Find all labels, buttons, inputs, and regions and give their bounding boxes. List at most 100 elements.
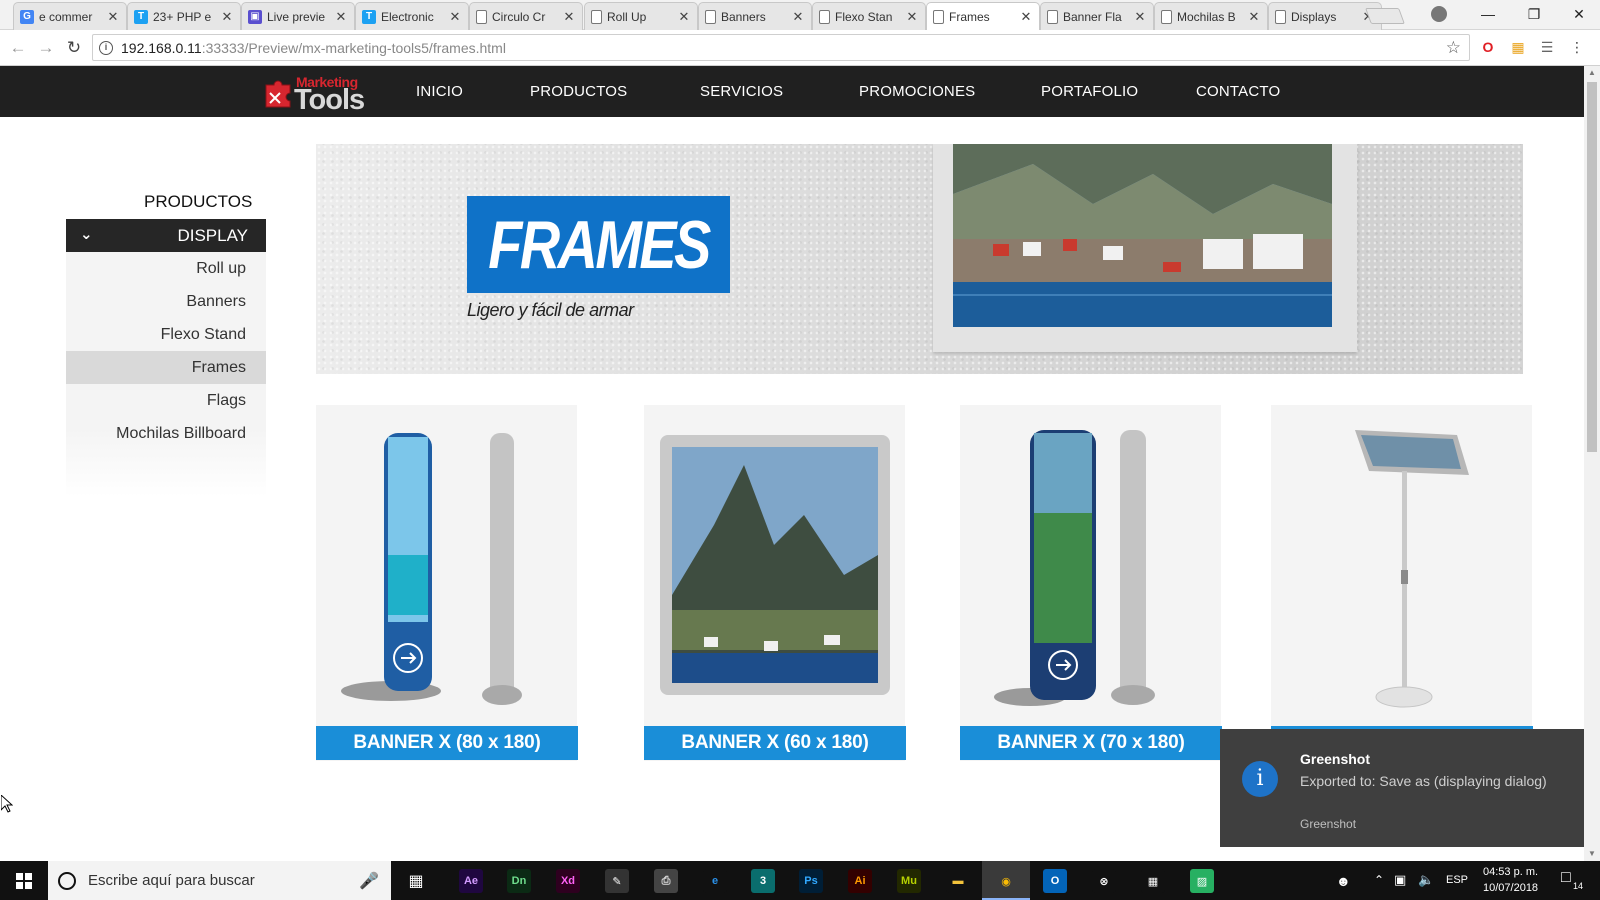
browser-tab[interactable]: Roll Up ✕ xyxy=(584,2,698,30)
windows-start-button[interactable] xyxy=(0,861,48,900)
browser-tab[interactable]: Flexo Stan ✕ xyxy=(812,2,926,30)
ae-icon[interactable]: Ae xyxy=(459,869,483,893)
browser-tab[interactable]: Mochilas B ✕ xyxy=(1154,2,1268,30)
nav-promociones[interactable]: PROMOCIONES xyxy=(859,83,975,100)
scroll-up-arrow-icon[interactable]: ▲ xyxy=(1584,66,1600,80)
store-icon[interactable]: ▦ xyxy=(1141,869,1165,893)
sidebar-category-display[interactable]: ⌄ DISPLAY xyxy=(66,219,266,252)
xd-icon[interactable]: Xd xyxy=(556,869,580,893)
input-language[interactable]: ESP xyxy=(1446,874,1468,886)
info-icon: i xyxy=(1242,761,1278,797)
people-icon[interactable]: ☻ xyxy=(1336,873,1351,889)
forward-button[interactable]: → xyxy=(36,38,56,58)
3dsmax-icon[interactable]: 3 xyxy=(751,869,775,893)
chrome-icon[interactable]: ◉ xyxy=(994,869,1018,893)
close-tab-icon[interactable]: ✕ xyxy=(905,9,919,25)
url-host: 192.168.0.11 xyxy=(121,39,202,56)
close-tab-icon[interactable]: ✕ xyxy=(448,9,462,25)
tray-chevron-up-icon[interactable]: ⌃ xyxy=(1374,873,1384,887)
taskbar-search[interactable]: Escribe aquí para buscar 🎤 xyxy=(48,861,391,900)
sourcetree-icon[interactable]: ▨ xyxy=(1190,869,1214,893)
nav-portafolio[interactable]: PORTAFOLIO xyxy=(1041,83,1138,100)
product-label[interactable]: BANNER X (60 x 180) xyxy=(644,726,906,760)
product-label[interactable]: BANNER X (80 x 180) xyxy=(316,726,578,760)
action-center-icon[interactable]: □ xyxy=(1561,869,1571,887)
close-window-button[interactable]: ✕ xyxy=(1556,0,1600,28)
clock-time[interactable]: 04:53 p. m. xyxy=(1483,866,1538,878)
ps-icon[interactable]: Ps xyxy=(799,869,823,893)
chrome-menu-icon[interactable]: ⋮ xyxy=(1568,38,1586,56)
sidebar-item-mochilas-billboard[interactable]: Mochilas Billboard xyxy=(66,417,266,450)
sidebar-item-frames[interactable]: Frames xyxy=(66,351,266,384)
bookmark-star-icon[interactable]: ☆ xyxy=(1446,38,1461,58)
product-card[interactable]: BANNER X (70 x 180) xyxy=(960,405,1222,761)
nav-productos[interactable]: PRODUCTOS xyxy=(530,83,627,100)
printer-icon[interactable]: ⎙ xyxy=(654,869,678,893)
product-label[interactable]: BANNER X (70 x 180) xyxy=(960,726,1222,760)
greenshot-notification[interactable]: i Greenshot Exported to: Save as (displa… xyxy=(1220,729,1584,847)
browser-tab[interactable]: Frames ✕ xyxy=(926,2,1040,31)
task-view-icon[interactable]: ▦ xyxy=(404,869,428,893)
clock-date[interactable]: 10/07/2018 xyxy=(1483,882,1538,894)
product-card[interactable]: BANNER X (80 x 180) xyxy=(316,405,578,761)
microphone-icon[interactable]: 🎤 xyxy=(359,871,379,891)
info-icon[interactable]: i xyxy=(99,40,113,55)
extension-icon[interactable]: ▦ xyxy=(1509,38,1527,56)
close-tab-icon[interactable]: ✕ xyxy=(1019,9,1033,25)
restore-button[interactable]: ❐ xyxy=(1511,0,1557,28)
browser-tab[interactable]: ▣ Live previe ✕ xyxy=(241,2,355,30)
nav-contacto[interactable]: CONTACTO xyxy=(1196,83,1280,100)
sidebar-item-flexo-stand[interactable]: Flexo Stand xyxy=(66,318,266,351)
scroll-down-arrow-icon[interactable]: ▼ xyxy=(1584,847,1600,861)
minimize-button[interactable]: — xyxy=(1465,0,1511,28)
browser-tab[interactable]: Banner Fla ✕ xyxy=(1040,2,1154,30)
cortana-icon xyxy=(58,871,76,890)
sidebar-item-flags[interactable]: Flags xyxy=(66,384,266,417)
address-bar[interactable]: i 192.168.0.11:33333/Preview/mx-marketin… xyxy=(92,34,1470,61)
close-tab-icon[interactable]: ✕ xyxy=(677,9,691,25)
close-tab-icon[interactable]: ✕ xyxy=(1247,9,1261,25)
site-logo[interactable]: Marketing Tools xyxy=(262,72,365,116)
browser-tab[interactable]: T Electronic ✕ xyxy=(355,2,469,30)
dn-icon[interactable]: Dn xyxy=(507,869,531,893)
close-tab-icon[interactable]: ✕ xyxy=(791,9,805,25)
folder-icon[interactable]: ▬ xyxy=(946,869,970,893)
inkscape-icon[interactable]: ✎ xyxy=(605,869,629,893)
edge-icon[interactable]: e xyxy=(703,869,727,893)
toast-app-name: Greenshot xyxy=(1300,817,1357,831)
opera-extension-icon[interactable]: O xyxy=(1479,38,1497,56)
outlook-icon[interactable]: O xyxy=(1043,869,1067,893)
close-tab-icon[interactable]: ✕ xyxy=(1133,9,1147,25)
ai-icon[interactable]: Ai xyxy=(848,869,872,893)
hero-frame-image xyxy=(933,144,1357,352)
reload-button[interactable]: ↻ xyxy=(64,38,84,58)
browser-tab[interactable]: T 23+ PHP e ✕ xyxy=(127,2,241,30)
product-card[interactable]: BANNER X (60 x 180) xyxy=(644,405,906,761)
close-tab-icon[interactable]: ✕ xyxy=(334,9,348,25)
back-button[interactable]: ← xyxy=(8,38,28,58)
profile-icon[interactable] xyxy=(1431,6,1447,22)
network-icon[interactable]: ▣ xyxy=(1394,872,1406,888)
browser-tab[interactable]: Displays✕ xyxy=(1268,2,1382,30)
close-tab-icon[interactable]: ✕ xyxy=(106,9,120,25)
xbox-icon[interactable]: ⊗ xyxy=(1092,869,1116,893)
extension-stack-icon[interactable]: ☰ xyxy=(1538,38,1556,56)
mu-icon[interactable]: Mu xyxy=(897,869,921,893)
browser-tabstrip: Ge commer ✕ T 23+ PHP e ✕ ▣ Live previe ✕ T Elect… xyxy=(0,0,1600,31)
page-scrollbar[interactable]: ▲ ▼ xyxy=(1584,66,1600,861)
nav-inicio[interactable]: INICIO xyxy=(416,83,463,100)
new-tab-button[interactable] xyxy=(1365,8,1405,24)
scroll-thumb[interactable] xyxy=(1587,82,1597,452)
nav-servicios[interactable]: SERVICIOS xyxy=(700,83,783,100)
browser-tab[interactable]: Ge commer ✕ xyxy=(13,2,127,30)
sidebar-item-roll-up[interactable]: Roll up xyxy=(66,252,266,285)
google-icon: G xyxy=(20,9,34,24)
sidebar-item-banners[interactable]: Banners xyxy=(66,285,266,318)
volume-icon[interactable]: 🔈 xyxy=(1418,872,1434,888)
close-tab-icon[interactable]: ✕ xyxy=(220,9,234,25)
browser-tab[interactable]: Circulo Cr ✕ xyxy=(469,2,583,30)
product-card[interactable] xyxy=(1271,405,1533,761)
browser-tab-title: Displays xyxy=(1291,9,1337,24)
close-tab-icon[interactable]: ✕ xyxy=(562,9,576,25)
browser-tab[interactable]: Banners ✕ xyxy=(698,2,812,30)
